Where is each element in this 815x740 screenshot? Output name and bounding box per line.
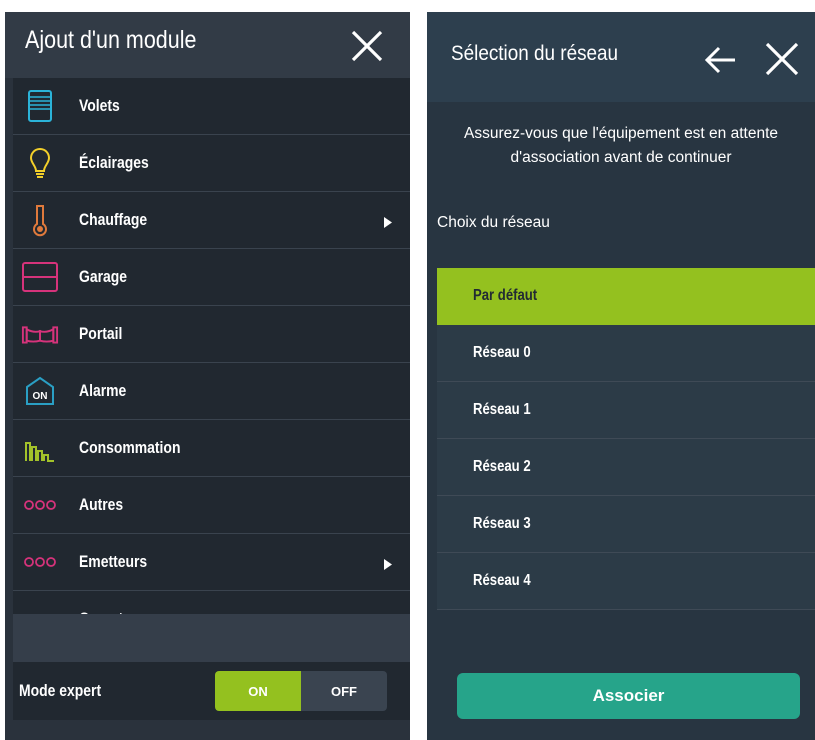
network-item-2[interactable]: Réseau 1 [437,382,815,439]
module-item-consommation[interactable]: Consommation [13,420,410,477]
bulb-icon [21,144,59,182]
network-label: Réseau 3 [473,515,531,532]
network-label: Par défaut [473,287,538,304]
module-label: Portail [79,324,123,343]
module-item-emetteurs[interactable]: Emetteurs [13,534,410,591]
network-selection-panel: Sélection du réseau Assurez-vous que l'é… [427,12,815,740]
module-item-eclairages[interactable]: Éclairages [13,135,410,192]
module-item-alarme[interactable]: ON Alarme [13,363,410,420]
module-item-chauffage[interactable]: Chauffage [13,192,410,249]
association-info-text: Assurez-vous que l'équipement est en att… [463,125,778,166]
back-arrow-icon[interactable] [703,42,739,78]
toggle-off-button[interactable]: OFF [301,671,387,711]
network-label: Réseau 2 [473,458,531,475]
module-item-portail[interactable]: Portail [13,306,410,363]
network-label: Réseau 4 [473,572,531,589]
dots-icon [21,600,59,614]
module-label: Consommation [79,438,181,457]
expert-mode-label: Mode expert [19,681,102,700]
module-item-volets[interactable]: Volets [13,78,410,135]
dots-icon [21,543,59,581]
network-selection-header: Sélection du réseau [427,12,815,102]
network-item-4[interactable]: Réseau 3 [437,496,815,553]
module-label: Volets [79,96,120,115]
garage-icon [21,258,59,296]
network-item-0[interactable]: Par défaut [437,268,815,325]
consumption-icon [21,429,59,467]
submenu-arrow-icon [384,557,392,575]
module-list[interactable]: Volets Éclairages Chauffage Garage Portail ON… [13,78,410,614]
module-label: Chauffage [79,210,148,229]
module-label: Garage [79,267,128,286]
network-selection-title: Sélection du réseau [451,42,619,65]
svg-text:ON: ON [33,391,48,402]
network-label: Réseau 0 [473,344,531,361]
thermometer-icon [21,201,59,239]
page-title: Ajout d'un module [25,26,197,54]
add-module-header: Ajout d'un module [5,12,410,78]
module-label: Emetteurs [79,552,148,571]
network-item-3[interactable]: Réseau 2 [437,439,815,496]
dots-icon [21,486,59,524]
module-item-autres[interactable]: Autres [13,477,410,534]
network-item-1[interactable]: Réseau 0 [437,325,815,382]
gate-icon [21,315,59,353]
add-module-panel: Ajout d'un module Volets Éclairages Chauff… [5,12,410,740]
network-label: Réseau 1 [473,401,531,418]
module-item-compteurs[interactable]: Compteurs [13,591,410,614]
module-label: Alarme [79,381,127,400]
close-icon[interactable] [349,28,385,64]
expert-mode-toggle[interactable]: ON OFF [215,671,387,711]
submenu-arrow-icon [384,215,392,233]
blind-icon [21,87,59,125]
network-list[interactable]: Par défaut Réseau 0 Réseau 1 Réseau 2 Réseau… [437,268,815,610]
toggle-on-button[interactable]: ON [215,671,301,711]
associate-button[interactable]: Associer [457,673,800,719]
module-label: Éclairages [79,153,149,172]
panel-spacer [13,614,410,662]
module-label: Autres [79,495,124,514]
network-choice-label: Choix du réseau [437,214,550,231]
module-item-garage[interactable]: Garage [13,249,410,306]
close-icon[interactable] [763,40,801,78]
alarm-icon: ON [21,372,59,410]
network-item-5[interactable]: Réseau 4 [437,553,815,610]
expert-mode-row: Mode expert ON OFF [13,662,410,720]
